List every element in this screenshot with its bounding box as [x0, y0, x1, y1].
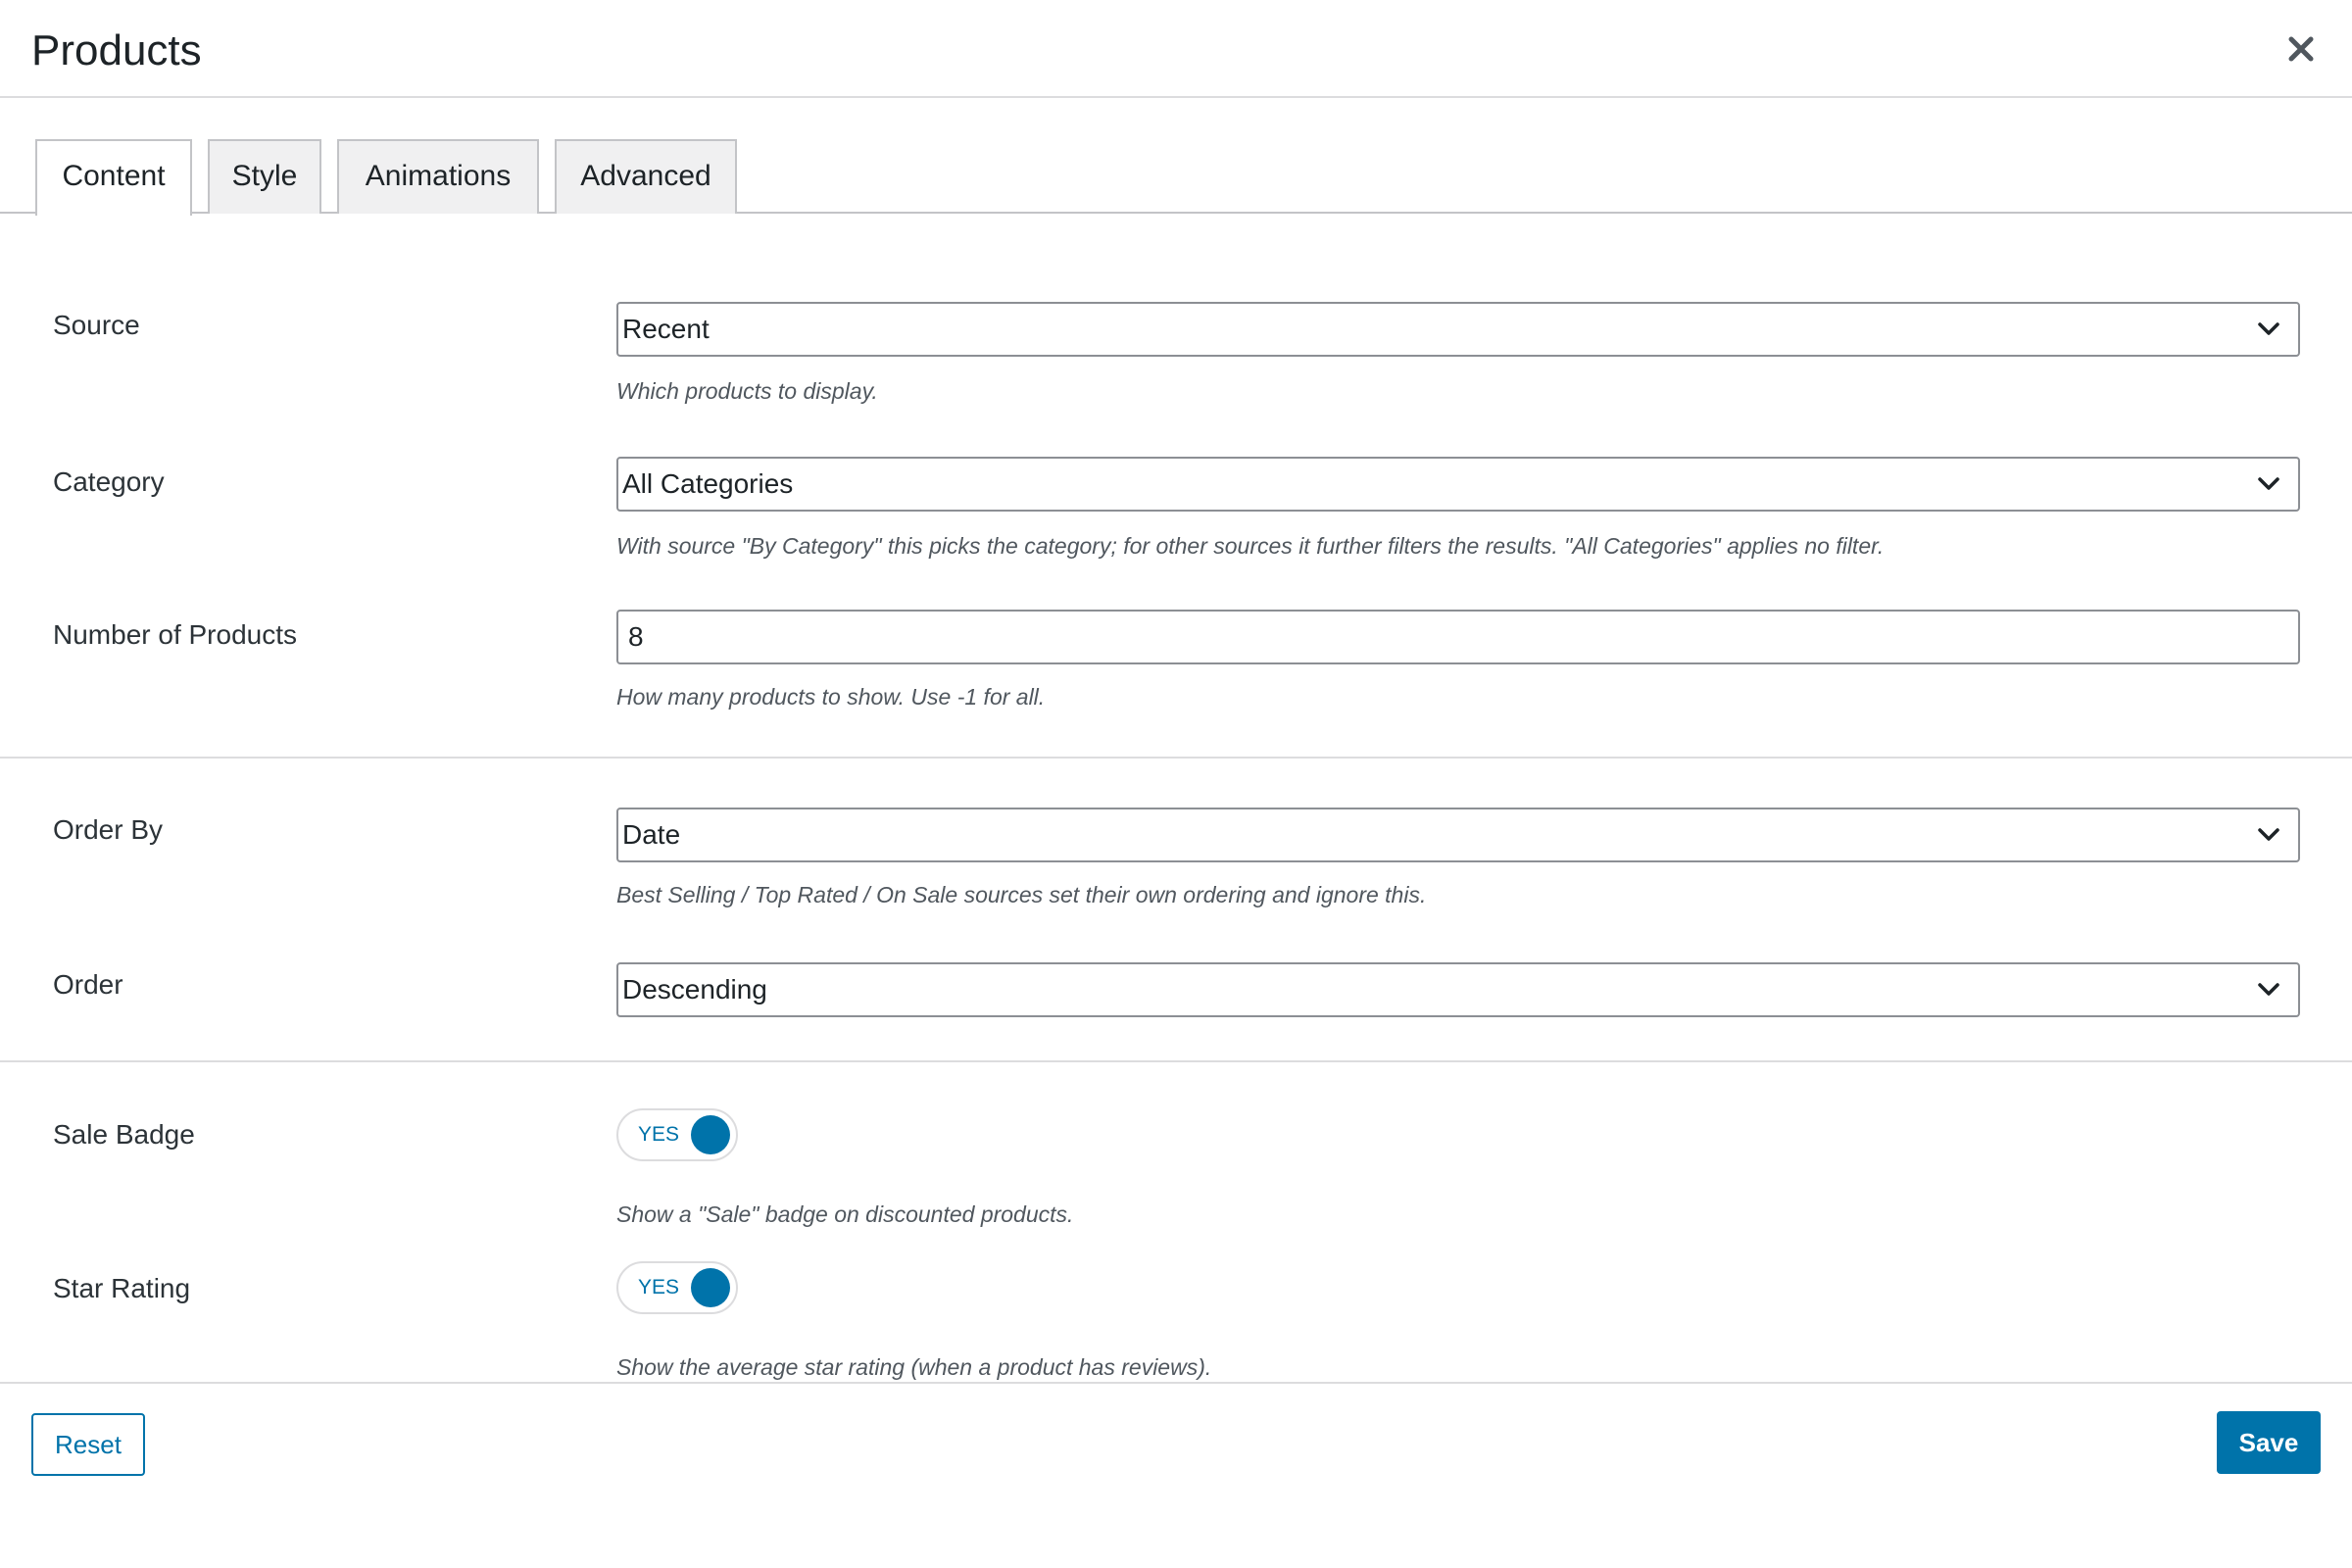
order-by-select[interactable]: Date: [616, 808, 2300, 862]
products-modal: Products Content Style Animations Advanc…: [0, 0, 2352, 1568]
order-by-label: Order By: [53, 814, 164, 845]
number-of-products-help: How many products to show. Use -1 for al…: [616, 684, 1046, 710]
settings-panel: Source Recent Which products to display.…: [0, 214, 2352, 1382]
order-value: Descending: [622, 974, 767, 1004]
sale-badge-label: Sale Badge: [53, 1119, 195, 1150]
tab-style[interactable]: Style: [208, 139, 321, 214]
sale-badge-toggle-text: YES: [638, 1123, 680, 1146]
source-label: Source: [53, 310, 140, 340]
tab-content[interactable]: Content: [35, 139, 192, 216]
order-label: Order: [53, 969, 123, 1000]
source-help: Which products to display.: [616, 378, 878, 404]
star-rating-toggle[interactable]: YES: [616, 1261, 738, 1314]
star-rating-toggle-text: YES: [638, 1276, 680, 1298]
chevron-down-icon: [2258, 322, 2279, 335]
source-value: Recent: [622, 314, 710, 344]
source-select[interactable]: Recent: [616, 302, 2300, 357]
number-of-products-label: Number of Products: [53, 619, 297, 650]
order-by-value: Date: [622, 819, 681, 850]
reset-button[interactable]: Reset: [31, 1413, 145, 1476]
close-button[interactable]: [2283, 31, 2319, 67]
category-select[interactable]: All Categories: [616, 457, 2300, 512]
star-rating-label: Star Rating: [53, 1273, 191, 1303]
category-label: Category: [53, 466, 165, 497]
chevron-down-icon: [2258, 983, 2279, 996]
chevron-down-icon: [2258, 477, 2279, 490]
toggle-knob: [691, 1268, 730, 1307]
chevron-down-icon: [2258, 828, 2279, 841]
close-icon: [2288, 36, 2314, 62]
tab-advanced[interactable]: Advanced: [555, 139, 737, 214]
tab-bar: Content Style Animations Advanced: [0, 98, 2352, 216]
section-divider: [0, 1060, 2352, 1062]
modal-header: Products: [0, 0, 2352, 98]
modal-title: Products: [31, 26, 202, 74]
order-by-help: Best Selling / Top Rated / On Sale sourc…: [616, 882, 1427, 907]
star-rating-help: Show the average star rating (when a pro…: [616, 1354, 1212, 1380]
number-of-products-value: 8: [628, 621, 644, 652]
sale-badge-help: Show a "Sale" badge on discounted produc…: [616, 1201, 1074, 1227]
section-divider: [0, 757, 2352, 759]
tab-animations[interactable]: Animations: [337, 139, 539, 214]
order-select[interactable]: Descending: [616, 962, 2300, 1017]
category-value: All Categories: [622, 468, 794, 499]
save-button[interactable]: Save: [2217, 1411, 2321, 1474]
modal-footer: Reset Save: [0, 1382, 2352, 1568]
category-help: With source "By Category" this picks the…: [616, 533, 1885, 559]
number-of-products-input[interactable]: 8: [616, 610, 2300, 664]
toggle-knob: [691, 1115, 730, 1154]
sale-badge-toggle[interactable]: YES: [616, 1108, 738, 1161]
